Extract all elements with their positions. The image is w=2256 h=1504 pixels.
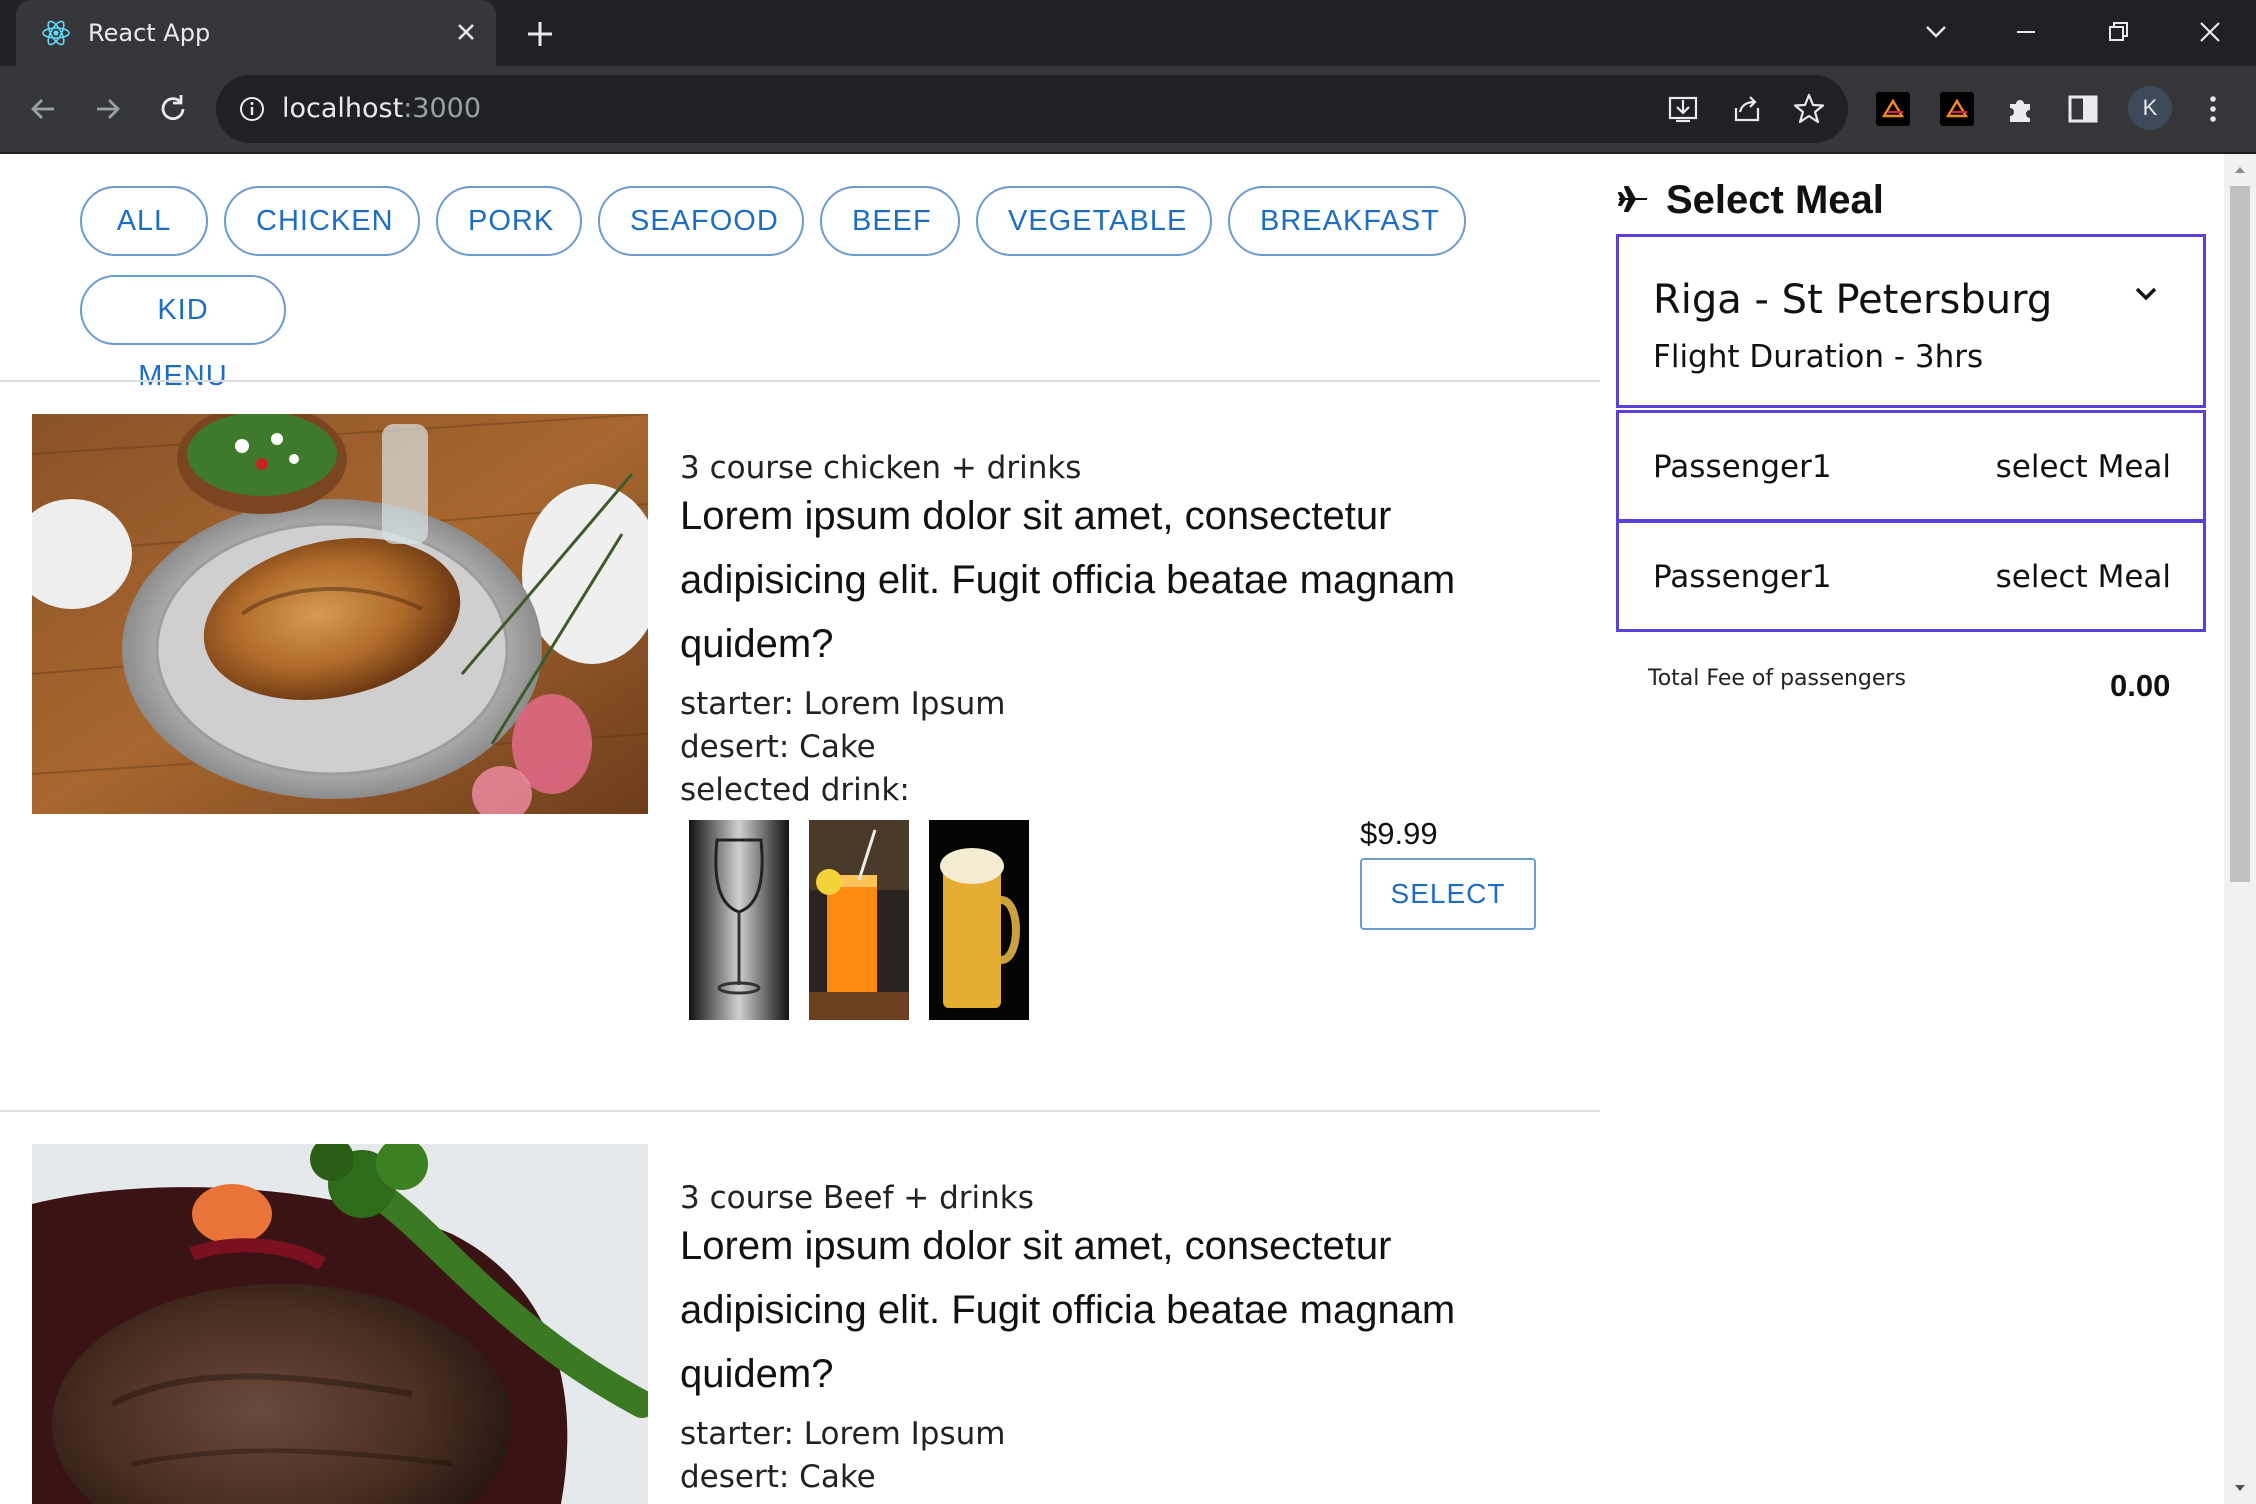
passenger-row[interactable]: Passenger1 select Meal [1616, 410, 2206, 522]
url-text[interactable]: localhost:3000 [282, 93, 481, 124]
select-meal-link[interactable]: select Meal [1996, 559, 2171, 595]
steak-image [32, 1144, 648, 1504]
filter-chip-beef[interactable]: BEEF [820, 186, 960, 256]
flight-accordion[interactable]: Riga - St Petersburg Flight Duration - 3… [1616, 234, 2206, 408]
meal-starter: starter: Lorem Ipsum [680, 686, 1006, 722]
passenger-name: Passenger1 [1653, 449, 1832, 485]
page-scrollbar[interactable] [2224, 154, 2256, 1504]
chevron-down-icon[interactable] [2131, 279, 2161, 309]
filter-chip-vegetable[interactable]: VEGETABLE [976, 186, 1212, 256]
drink-option-orange-juice[interactable] [809, 820, 909, 1020]
meal-price: $9.99 [1360, 816, 1438, 851]
browser-tabstrip: React App [0, 0, 2256, 66]
minimize-icon[interactable] [2008, 14, 2044, 50]
extension-b-icon[interactable] [1940, 92, 1974, 126]
scrollbar-thumb[interactable] [2230, 186, 2250, 882]
site-info-icon[interactable] [238, 95, 266, 123]
flight-route: Riga - St Petersburg [1653, 277, 2053, 323]
divider [0, 1110, 1600, 1112]
forward-icon[interactable] [89, 90, 127, 128]
side-panel-icon[interactable] [2064, 90, 2102, 128]
scroll-down-arrow-icon[interactable] [2232, 1480, 2248, 1496]
meal-subtitle: 3 course Beef + drinks [680, 1180, 1034, 1216]
meal-starter: starter: Lorem Ipsum [680, 1416, 1006, 1452]
select-meal-link[interactable]: select Meal [1996, 449, 2171, 485]
panel-title: Select Meal [1666, 178, 1884, 222]
bookmark-star-icon[interactable] [1790, 90, 1828, 128]
passenger-name: Passenger1 [1653, 559, 1832, 595]
extension-a-icon[interactable] [1876, 92, 1910, 126]
filter-chip-chicken[interactable]: CHICKEN [224, 186, 420, 256]
airplane-icon [1618, 186, 1647, 212]
select-meal-button[interactable]: SELECT [1360, 858, 1536, 930]
scroll-up-arrow-icon[interactable] [2232, 162, 2248, 178]
install-app-icon[interactable] [1664, 90, 1702, 128]
close-window-icon[interactable] [2192, 14, 2228, 50]
drink-option-beer[interactable] [929, 820, 1029, 1020]
roast-chicken-image [32, 414, 648, 814]
tab-title: React App [88, 19, 211, 47]
meal-desert: desert: Cake [680, 729, 876, 765]
back-icon[interactable] [24, 90, 62, 128]
flight-duration: Flight Duration - 3hrs [1653, 339, 1984, 375]
new-tab-icon[interactable] [522, 16, 558, 52]
total-fee-label: Total Fee of passengers [1648, 666, 1906, 691]
profile-avatar[interactable]: K [2128, 86, 2172, 130]
extensions-puzzle-icon[interactable] [2002, 90, 2040, 128]
reload-icon[interactable] [154, 90, 192, 128]
close-tab-icon[interactable] [450, 16, 482, 48]
share-icon[interactable] [1728, 90, 1766, 128]
divider [0, 380, 1600, 382]
meal-subtitle: 3 course chicken + drinks [680, 450, 1082, 486]
filter-chip-breakfast[interactable]: BREAKFAST [1228, 186, 1466, 256]
browser-tab[interactable]: React App [16, 0, 496, 66]
address-bar[interactable]: localhost:3000 [216, 75, 1848, 143]
react-logo-icon [42, 20, 70, 46]
more-menu-icon[interactable] [2194, 90, 2232, 128]
tab-search-chevron-icon[interactable] [1918, 14, 1954, 50]
passenger-row[interactable]: Passenger1 select Meal [1616, 520, 2206, 632]
filter-chip-all[interactable]: ALL [80, 186, 208, 256]
filter-chip-pork[interactable]: PORK [436, 186, 582, 256]
restore-icon[interactable] [2100, 14, 2136, 50]
page-viewport: ALL CHICKEN PORK SEAFOOD BEEF VEGETABLE … [0, 154, 2256, 1504]
filter-chip-kid-menu[interactable]: KID MENU [80, 275, 286, 392]
meal-desert: desert: Cake [680, 1459, 876, 1495]
filter-chip-seafood[interactable]: SEAFOOD [598, 186, 804, 256]
drink-option-wine[interactable] [689, 820, 789, 1020]
meal-description: Lorem ipsum dolor sit amet, consectetur … [680, 494, 1456, 666]
meal-description: Lorem ipsum dolor sit amet, consectetur … [680, 1224, 1456, 1396]
browser-toolbar: localhost:3000 K [0, 66, 2256, 154]
total-fee-value: 0.00 [2110, 668, 2171, 703]
selected-drink-label: selected drink: [680, 772, 910, 808]
